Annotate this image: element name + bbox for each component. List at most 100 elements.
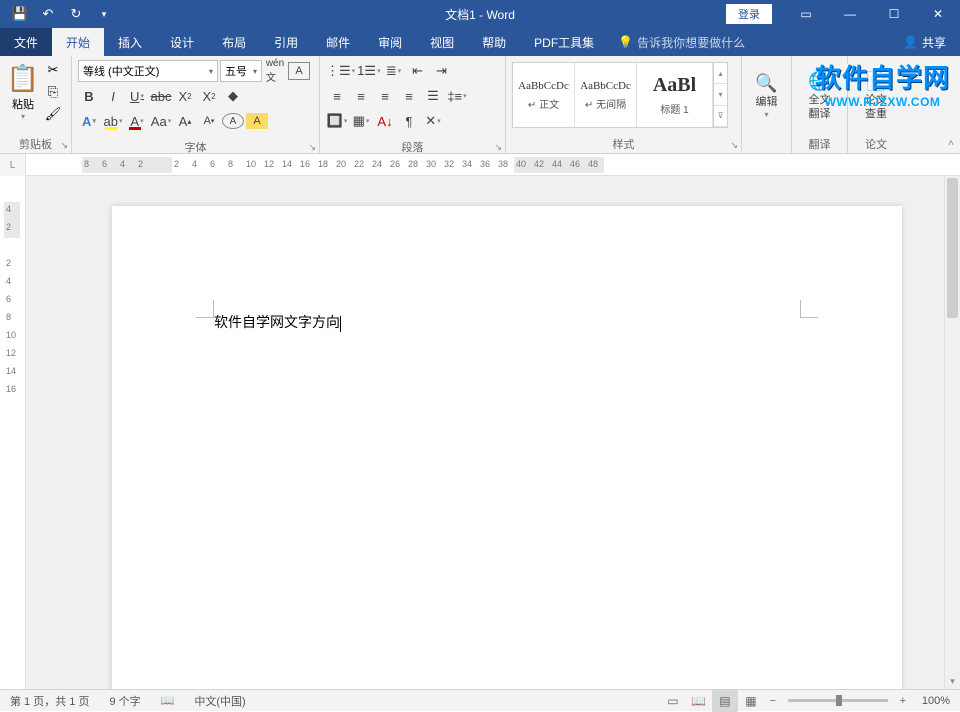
zoom-level[interactable]: 100%: [912, 695, 960, 707]
web-layout-icon[interactable]: ▦: [738, 690, 764, 712]
distributed-icon[interactable]: ☰: [422, 85, 444, 107]
bold-button[interactable]: B: [78, 85, 100, 107]
tab-insert[interactable]: 插入: [104, 28, 156, 56]
tab-home[interactable]: 开始: [52, 28, 104, 56]
language-status[interactable]: 中文(中国): [184, 693, 255, 709]
change-case-icon[interactable]: Aa▾: [150, 110, 172, 132]
tab-file[interactable]: 文件: [0, 28, 52, 56]
print-layout-icon[interactable]: ▤: [712, 690, 738, 712]
justify-icon[interactable]: ≡: [398, 85, 420, 107]
save-icon[interactable]: 💾: [8, 2, 32, 26]
subscript-button[interactable]: X2: [174, 85, 196, 107]
maximize-icon[interactable]: ☐: [872, 0, 916, 28]
decrease-indent-icon[interactable]: ⇤: [407, 60, 429, 82]
vertical-scrollbar[interactable]: ▾: [944, 176, 960, 689]
scroll-down-icon[interactable]: ▾: [945, 673, 960, 689]
quick-access-toolbar: 💾 ↶ ↻ ▾: [0, 2, 116, 26]
style-heading-1[interactable]: AaBl 标题 1: [637, 63, 713, 127]
line-spacing-icon[interactable]: ‡≡▾: [446, 85, 468, 107]
numbering-icon[interactable]: 1☰▾: [357, 60, 380, 82]
zoom-slider-thumb[interactable]: [836, 695, 842, 706]
tab-help[interactable]: 帮助: [468, 28, 520, 56]
phonetic-guide-icon[interactable]: wén文: [264, 60, 286, 82]
text-effects-icon[interactable]: A▾: [78, 110, 100, 132]
close-icon[interactable]: ✕: [916, 0, 960, 28]
copy-icon[interactable]: ⎘: [42, 82, 64, 102]
styles-scroll-down-icon[interactable]: ▾: [714, 84, 727, 105]
style-normal[interactable]: AaBbCcDc ↵ 正文: [513, 63, 575, 127]
collapse-ribbon-icon[interactable]: ˄: [948, 138, 954, 149]
qat-customize-icon[interactable]: ▾: [92, 2, 116, 26]
font-color-icon[interactable]: A▾: [126, 110, 148, 132]
shading-icon[interactable]: 🔲▾: [326, 110, 348, 132]
tab-mailings[interactable]: 邮件: [312, 28, 364, 56]
page-count[interactable]: 第 1 页，共 1 页: [0, 693, 99, 709]
character-shading-icon[interactable]: A: [246, 113, 268, 129]
share-button[interactable]: 👤 共享: [889, 28, 960, 56]
asian-layout-icon[interactable]: ✕▾: [422, 110, 444, 132]
align-right-icon[interactable]: ≡: [374, 85, 396, 107]
font-size-combo[interactable]: 五号▾: [220, 60, 262, 82]
styles-more-icon[interactable]: ⊽: [714, 106, 727, 127]
focus-mode-icon[interactable]: ▭: [660, 690, 686, 712]
translate-button[interactable]: 🌐 全文 翻译: [800, 69, 838, 122]
styles-dialog-icon[interactable]: ↘: [730, 140, 738, 151]
zoom-slider[interactable]: [788, 699, 888, 702]
character-border-icon[interactable]: A: [288, 62, 310, 80]
word-count[interactable]: 9 个字: [99, 693, 150, 709]
read-mode-icon[interactable]: 📖: [686, 690, 712, 712]
increase-indent-icon[interactable]: ⇥: [431, 60, 453, 82]
grow-font-icon[interactable]: A▴: [174, 110, 196, 132]
clear-formatting-icon[interactable]: ◆: [222, 85, 244, 107]
clipboard-dialog-icon[interactable]: ↘: [60, 140, 68, 151]
format-painter-icon[interactable]: 🖌: [42, 104, 64, 124]
bullets-icon[interactable]: ⋮☰▾: [326, 60, 355, 82]
tab-selector[interactable]: L: [0, 154, 26, 176]
paragraph-dialog-icon[interactable]: ↘: [494, 142, 502, 153]
document-text[interactable]: 软件自学网文字方向: [214, 312, 341, 332]
highlight-icon[interactable]: ab▾: [102, 110, 124, 132]
tab-design[interactable]: 设计: [156, 28, 208, 56]
zoom-in-button[interactable]: +: [894, 695, 912, 707]
shrink-font-icon[interactable]: A▾: [198, 110, 220, 132]
font-name-combo[interactable]: 等线 (中文正文)▾: [78, 60, 218, 82]
tab-references[interactable]: 引用: [260, 28, 312, 56]
show-marks-icon[interactable]: ¶: [398, 110, 420, 132]
ribbon-options-icon[interactable]: ▭: [784, 0, 828, 28]
document-canvas[interactable]: 软件自学网文字方向: [26, 176, 944, 689]
tab-view[interactable]: 视图: [416, 28, 468, 56]
thesis-check-button[interactable]: 📄 论文 查重: [857, 69, 895, 122]
cut-icon[interactable]: ✂: [42, 60, 64, 80]
page[interactable]: 软件自学网文字方向: [112, 206, 902, 689]
login-button[interactable]: 登录: [726, 4, 772, 24]
paste-icon[interactable]: 📋: [8, 60, 38, 96]
styles-scroll-up-icon[interactable]: ▴: [714, 63, 727, 84]
spell-check-icon[interactable]: 📖: [151, 694, 185, 707]
tab-layout[interactable]: 布局: [208, 28, 260, 56]
align-left-icon[interactable]: ≡: [326, 85, 348, 107]
enclose-characters-icon[interactable]: A: [222, 113, 244, 129]
undo-icon[interactable]: ↶: [36, 2, 60, 26]
zoom-out-button[interactable]: −: [764, 695, 782, 707]
multilevel-list-icon[interactable]: ≣▾: [383, 60, 405, 82]
superscript-button[interactable]: X2: [198, 85, 220, 107]
tab-review[interactable]: 审阅: [364, 28, 416, 56]
horizontal-ruler[interactable]: 8642246810121416182022242628303234363840…: [26, 154, 960, 175]
borders-icon[interactable]: ▦▾: [350, 110, 372, 132]
redo-icon[interactable]: ↻: [64, 2, 88, 26]
sort-icon[interactable]: A↓: [374, 110, 396, 132]
strikethrough-button[interactable]: abc: [150, 85, 172, 107]
paste-label[interactable]: 粘贴: [12, 96, 34, 112]
tab-pdf-tools[interactable]: PDF工具集: [520, 28, 608, 56]
italic-button[interactable]: I: [102, 85, 124, 107]
underline-button[interactable]: U▾: [126, 85, 148, 107]
scrollbar-thumb[interactable]: [947, 178, 958, 318]
paste-dropdown-icon[interactable]: ▾: [21, 112, 25, 121]
align-center-icon[interactable]: ≡: [350, 85, 372, 107]
vertical-ruler[interactable]: 42246810121416: [0, 176, 26, 689]
style-no-spacing[interactable]: AaBbCcDc ↵ 无间隔: [575, 63, 637, 127]
minimize-icon[interactable]: —: [828, 0, 872, 28]
editing-button[interactable]: 🔍 编辑 ▾: [747, 71, 785, 120]
tell-me-search[interactable]: 💡 告诉我你想要做什么: [608, 28, 755, 56]
font-dialog-icon[interactable]: ↘: [308, 142, 316, 153]
